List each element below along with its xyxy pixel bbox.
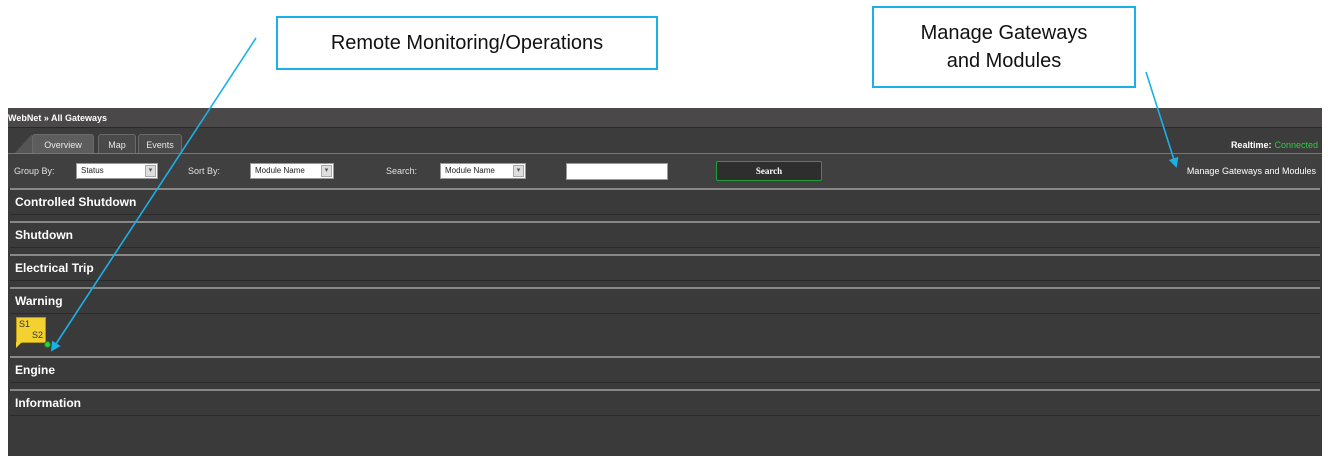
group-information[interactable]: Information — [10, 389, 1320, 416]
module-s1-label: S1 — [19, 319, 31, 329]
module-s2-label: S2 — [31, 330, 43, 340]
module-tile-tail — [16, 342, 22, 348]
search-field-select[interactable]: Module Name ▾ — [440, 163, 526, 179]
webnet-app-window: WebNet » All Gateways Overview Map Event… — [8, 108, 1322, 456]
realtime-label: Realtime: — [1230, 140, 1272, 150]
manage-callout-line-1: Manage Gateways — [920, 22, 1088, 44]
sort-by-value: Module Name — [255, 166, 305, 175]
module-tile[interactable]: S1 S2 — [16, 317, 46, 343]
group-by-value: Status — [81, 166, 104, 175]
chevron-down-icon: ▾ — [321, 165, 332, 177]
group-by-select[interactable]: Status ▾ — [76, 163, 158, 179]
group-by-label: Group By: — [14, 166, 55, 176]
remote-monitoring-callout-text: Remote Monitoring/Operations — [330, 32, 604, 54]
module-status-dot — [44, 341, 51, 348]
group-electrical-trip[interactable]: Electrical Trip — [10, 254, 1320, 281]
realtime-status: Realtime: Connected — [1231, 140, 1318, 150]
filter-toolbar: Group By: Status ▾ Sort By: Module Name … — [8, 154, 1322, 188]
tab-events[interactable]: Events — [138, 134, 182, 154]
manage-gateways-callout-text: Manage Gateways and Modules — [921, 19, 1088, 75]
search-field-value: Module Name — [445, 166, 495, 175]
tab-bar: Overview Map Events Realtime: Connected — [8, 128, 1322, 154]
group-engine[interactable]: Engine — [10, 356, 1320, 383]
manage-gateways-callout: Manage Gateways and Modules — [872, 6, 1136, 88]
search-button[interactable]: Search — [716, 161, 822, 181]
group-warning[interactable]: Warning — [10, 287, 1320, 314]
remote-monitoring-callout: Remote Monitoring/Operations — [276, 16, 658, 70]
group-shutdown[interactable]: Shutdown — [10, 221, 1320, 248]
sort-by-label: Sort By: — [188, 166, 221, 176]
realtime-connection-status: Connected — [1274, 140, 1318, 150]
chevron-down-icon: ▾ — [145, 165, 156, 177]
warning-module-list: S1 S2 — [8, 314, 1322, 356]
manage-gateways-link[interactable]: Manage Gateways and Modules — [1187, 166, 1316, 176]
sort-by-select[interactable]: Module Name ▾ — [250, 163, 334, 179]
tab-decoration — [14, 134, 32, 154]
tab-map[interactable]: Map — [98, 134, 136, 154]
group-controlled-shutdown[interactable]: Controlled Shutdown — [10, 188, 1320, 215]
search-input[interactable] — [566, 163, 668, 180]
chevron-down-icon: ▾ — [513, 165, 524, 177]
tab-overview[interactable]: Overview — [32, 134, 94, 154]
search-label: Search: — [386, 166, 418, 176]
manage-callout-line-2: and Modules — [946, 50, 1062, 72]
breadcrumb: WebNet » All Gateways — [8, 108, 1322, 128]
